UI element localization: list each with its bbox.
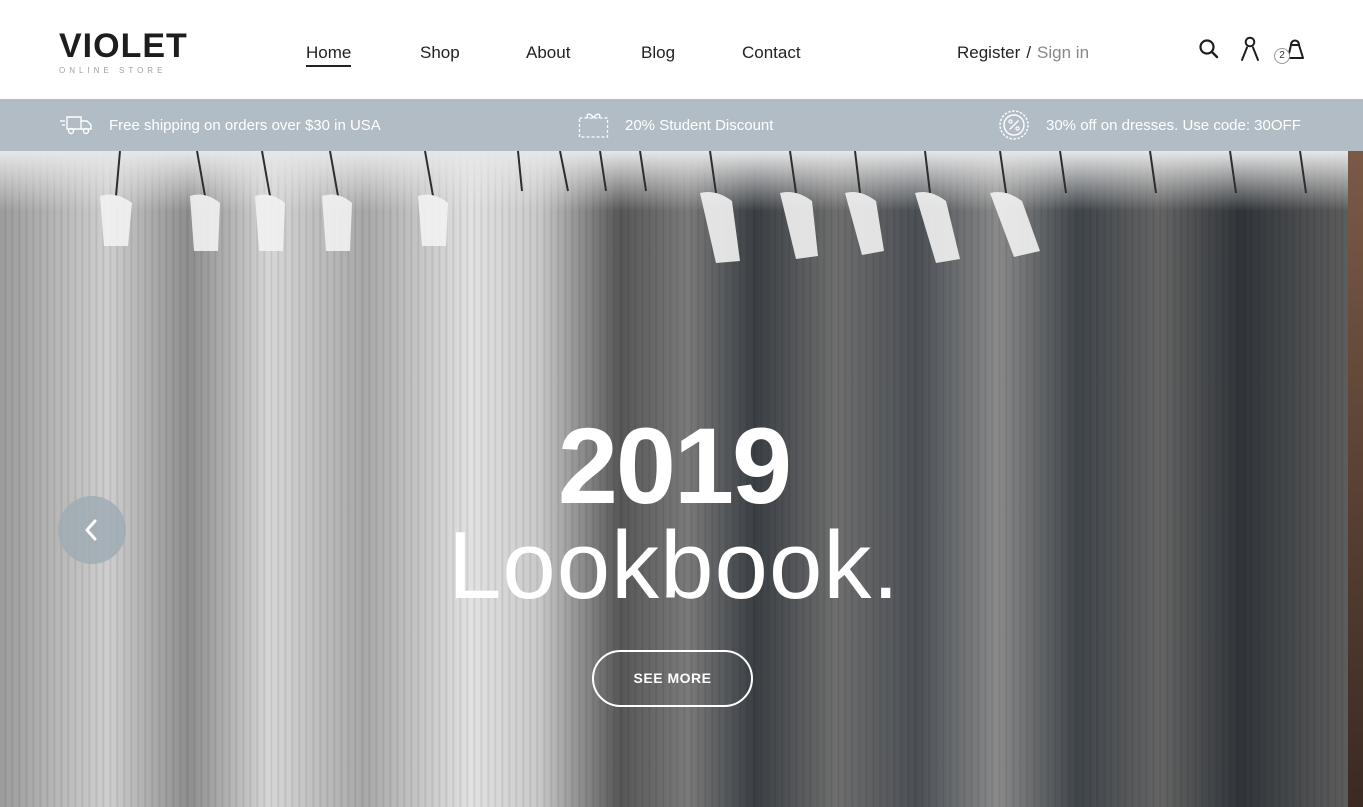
hero-title: Lookbook. [447,512,900,619]
search-icon[interactable] [1198,38,1220,60]
nav-contact[interactable]: Contact [742,42,801,64]
hero-year: 2019 [557,405,792,526]
site-header: VIOLET ONLINE STORE Home Shop About Blog… [0,0,1363,99]
user-icon[interactable] [1239,36,1261,62]
brand-logo[interactable]: VIOLET ONLINE STORE [59,27,188,75]
auth-separator: / [1026,43,1032,62]
brand-name: VIOLET [59,27,188,65]
brand-tagline: ONLINE STORE [59,66,167,75]
promo-dress-code: 30% off on dresses. Use code: 30OFF [998,99,1301,151]
auth-links: Register / Sign in [957,42,1089,64]
gift-voucher-icon [578,113,609,138]
promo-free-shipping: Free shipping on orders over $30 in USA [59,99,381,151]
delivery-truck-icon [60,116,92,135]
hero-banner: 2019 Lookbook. SEE MORE [0,151,1348,807]
percent-badge-icon [999,110,1029,140]
promo-bar: Free shipping on orders over $30 in USA … [0,99,1363,151]
promo-text: 20% Student Discount [625,116,774,134]
see-more-button[interactable]: SEE MORE [592,650,753,707]
promo-text: Free shipping on orders over $30 in USA [109,116,381,134]
next-slide-peek [1348,151,1363,807]
promo-text: 30% off on dresses. Use code: 30OFF [1046,116,1301,134]
register-link[interactable]: Register [957,43,1020,62]
nav-blog[interactable]: Blog [641,42,675,64]
nav-about[interactable]: About [526,42,570,64]
promo-student-discount: 20% Student Discount [578,99,773,151]
cart-count-badge: 2 [1274,48,1290,64]
nav-shop[interactable]: Shop [420,42,460,64]
sign-in-link[interactable]: Sign in [1037,43,1089,62]
nav-home[interactable]: Home [306,42,352,67]
